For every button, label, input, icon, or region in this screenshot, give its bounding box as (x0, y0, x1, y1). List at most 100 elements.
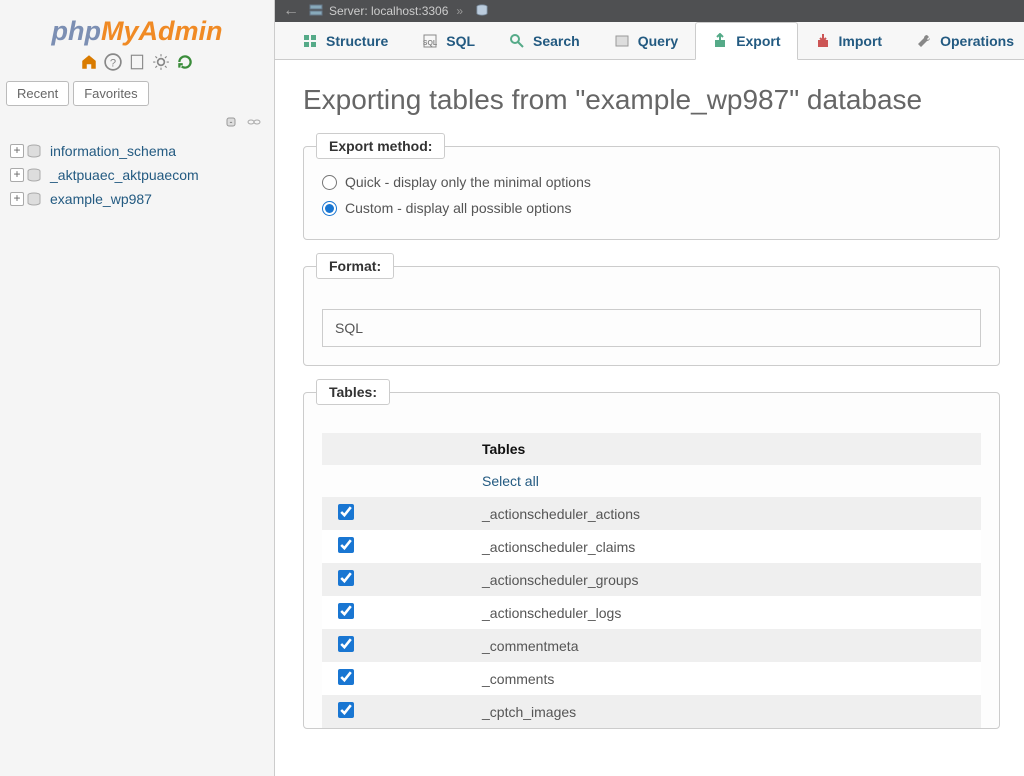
format-legend: Format: (316, 253, 394, 279)
logo-php: php (52, 16, 101, 46)
table-row: _actionscheduler_claims (322, 530, 981, 563)
radio-quick-input[interactable] (322, 175, 337, 190)
tables-legend: Tables: (316, 379, 390, 405)
tab-label: Search (533, 33, 580, 49)
table-checkbox[interactable] (338, 702, 354, 718)
db-item[interactable]: + information_schema (6, 139, 268, 163)
tab-label: Query (638, 33, 678, 49)
radio-quick[interactable]: Quick - display only the minimal options (322, 169, 981, 195)
db-name: example_wp987 (50, 191, 152, 207)
tab-label: Structure (326, 33, 388, 49)
server-label[interactable]: Server: localhost:3306 (329, 4, 448, 18)
expand-icon[interactable]: + (10, 192, 24, 206)
format-fieldset: Format: SQL (303, 266, 1000, 366)
home-icon[interactable] (80, 53, 98, 71)
doc-icon[interactable] (128, 53, 146, 71)
help-icon[interactable]: ? (104, 53, 122, 71)
database-icon (26, 168, 44, 182)
table-name: _actionscheduler_groups (482, 565, 981, 595)
db-name: information_schema (50, 143, 176, 159)
table-row: _actionscheduler_groups (322, 563, 981, 596)
sidebar-toolbar: ? (6, 53, 268, 71)
radio-quick-label: Quick - display only the minimal options (345, 174, 591, 190)
tables-header-label: Tables (482, 433, 981, 465)
db-item[interactable]: + _aktpuaec_aktpuaecom (6, 163, 268, 187)
link-icon[interactable] (246, 116, 262, 128)
tab-label: Import (839, 33, 883, 49)
tables-selectall-row: Select all (322, 465, 981, 497)
db-item[interactable]: + example_wp987 (6, 187, 268, 211)
radio-custom-label: Custom - display all possible options (345, 200, 571, 216)
db-name: _aktpuaec_aktpuaecom (50, 167, 199, 183)
table-checkbox[interactable] (338, 636, 354, 652)
database-tree: + information_schema + _aktpuaec_aktpuae… (6, 139, 268, 211)
tab-query[interactable]: Query (597, 22, 695, 59)
table-row: _comments (322, 662, 981, 695)
tables-header-row: Tables (322, 433, 981, 465)
table-name: _actionscheduler_actions (482, 499, 981, 529)
chevron-icon: » (456, 4, 463, 18)
main-panel: ← Server: localhost:3306 » Structure SQL… (275, 0, 1024, 776)
search-icon (509, 33, 525, 49)
gear-icon[interactable] (152, 53, 170, 71)
sidebar-tabs: Recent Favorites (6, 81, 268, 106)
breadcrumb-bar: ← Server: localhost:3306 » (275, 0, 1024, 22)
export-method-legend: Export method: (316, 133, 445, 159)
page-title: Exporting tables from "example_wp987" da… (303, 84, 1000, 116)
tab-search[interactable]: Search (492, 22, 597, 59)
export-icon (712, 33, 728, 49)
tab-label: SQL (446, 33, 475, 49)
content-area: Exporting tables from "example_wp987" da… (275, 60, 1024, 776)
table-row: _commentmeta (322, 629, 981, 662)
table-name: _actionscheduler_logs (482, 598, 981, 628)
sidebar-tab-favorites[interactable]: Favorites (73, 81, 148, 106)
tab-label: Operations (940, 33, 1014, 49)
table-row: _actionscheduler_actions (322, 497, 981, 530)
table-row: _cptch_images (322, 695, 981, 728)
sql-icon: SQL (422, 33, 438, 49)
svg-text:SQL: SQL (423, 40, 438, 47)
tab-label: Export (736, 33, 780, 49)
sidebar-tab-recent[interactable]: Recent (6, 81, 69, 106)
back-arrow-icon[interactable]: ← (283, 2, 299, 20)
reload-icon[interactable] (176, 53, 194, 71)
svg-text:-: - (230, 117, 233, 127)
table-checkbox[interactable] (338, 537, 354, 553)
tab-export[interactable]: Export (695, 22, 797, 60)
table-checkbox[interactable] (338, 504, 354, 520)
wrench-icon (916, 33, 932, 49)
table-name: _cptch_images (482, 697, 981, 727)
tables-grid: Tables Select all _actionscheduler_actio… (322, 433, 981, 728)
database-icon[interactable] (475, 4, 489, 19)
logo-myadmin: MyAdmin (101, 16, 223, 46)
export-method-fieldset: Export method: Quick - display only the … (303, 146, 1000, 240)
table-name: _actionscheduler_claims (482, 532, 981, 562)
database-icon (26, 144, 44, 158)
radio-custom-input[interactable] (322, 201, 337, 216)
radio-custom[interactable]: Custom - display all possible options (322, 195, 981, 221)
table-name: _comments (482, 664, 981, 694)
tab-sql[interactable]: SQL SQL (405, 22, 492, 59)
svg-text:?: ? (110, 58, 116, 70)
server-icon (309, 3, 323, 20)
database-icon (26, 192, 44, 206)
import-icon (815, 33, 831, 49)
table-rows-container: _actionscheduler_actions_actionscheduler… (322, 497, 981, 728)
collapse-icon[interactable]: - (226, 116, 242, 128)
query-icon (614, 33, 630, 49)
table-checkbox[interactable] (338, 669, 354, 685)
logo: phpMyAdmin (6, 16, 268, 47)
tab-import[interactable]: Import (798, 22, 900, 59)
sidebar: phpMyAdmin ? Recent Favorites - + inform… (0, 0, 275, 776)
table-checkbox[interactable] (338, 570, 354, 586)
main-tabs: Structure SQL SQL Search Query Export Im… (275, 22, 1024, 60)
expand-icon[interactable]: + (10, 168, 24, 182)
tab-structure[interactable]: Structure (285, 22, 405, 59)
tab-operations[interactable]: Operations (899, 22, 1024, 59)
expand-icon[interactable]: + (10, 144, 24, 158)
format-select[interactable]: SQL (322, 309, 981, 347)
select-all-link[interactable]: Select all (482, 465, 981, 497)
tables-fieldset: Tables: Tables Select all _actionschedul… (303, 392, 1000, 729)
table-checkbox[interactable] (338, 603, 354, 619)
table-name: _commentmeta (482, 631, 981, 661)
